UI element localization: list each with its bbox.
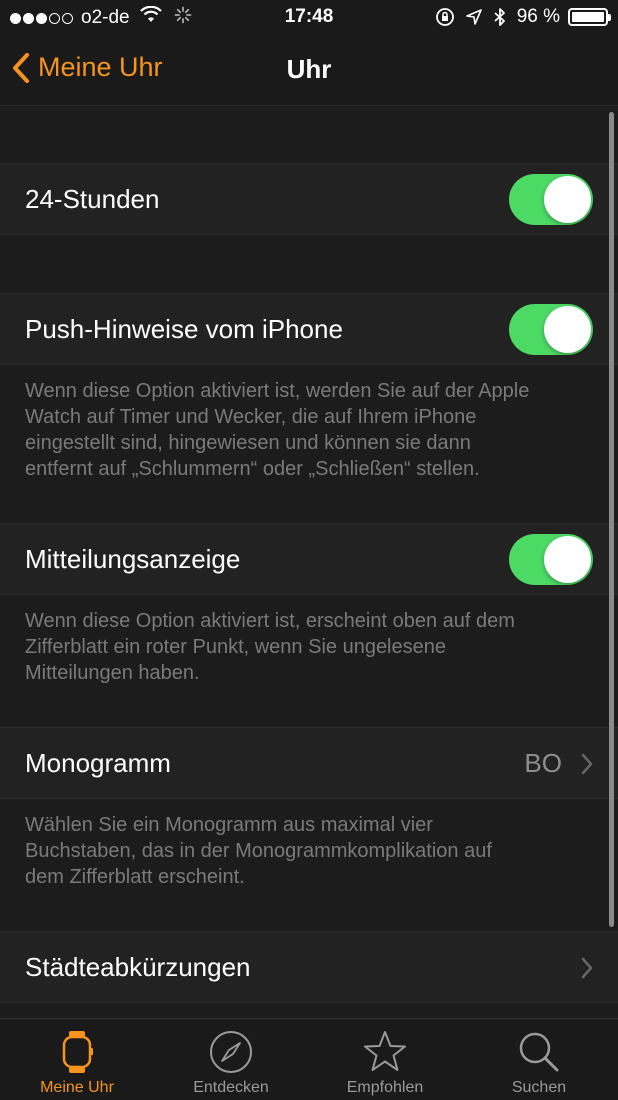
page-title: Uhr: [286, 54, 332, 84]
status-right: 96 %: [425, 6, 611, 28]
tab-label: Entdecken: [193, 1079, 269, 1096]
chevron-right-icon: [581, 957, 593, 979]
location-arrow-icon: [465, 8, 483, 26]
watch-icon: [54, 1029, 100, 1080]
tab-label: Empfohlen: [346, 1079, 424, 1096]
screen: o2-de 17:48 96 % Meine Uhr Uhr 24-Stunde…: [0, 0, 618, 1100]
row-push-label: Push-Hinweise vom iPhone: [25, 314, 343, 344]
bluetooth-icon: [493, 7, 507, 27]
footer-line: Wählen Sie ein Monogramm aus maximal vie…: [25, 814, 433, 836]
tab-bar: Meine Uhr Entdecken Empfohlen Suchen: [0, 1018, 618, 1100]
monogram-footer-text: Wählen Sie ein Monogramm aus maximal vie…: [25, 812, 595, 890]
compass-icon: [208, 1029, 254, 1080]
status-bar: o2-de 17:48 96 %: [0, 0, 618, 36]
row-monogram[interactable]: Monogramm BO: [0, 727, 618, 799]
scrollbar[interactable]: [609, 112, 614, 927]
tab-my-watch[interactable]: Meine Uhr: [0, 1019, 154, 1100]
row-24-hours: 24-Stunden: [0, 163, 618, 235]
tab-discover[interactable]: Entdecken: [154, 1019, 308, 1100]
star-icon: [362, 1029, 408, 1080]
monogram-value: BO: [524, 748, 562, 778]
navigation-bar: Meine Uhr Uhr: [0, 36, 618, 106]
row-notification-indicator: Mitteilungsanzeige: [0, 523, 618, 595]
footer-line: entfernt auf „Schlummern“ oder „Schließe…: [25, 458, 480, 480]
24-hours-toggle[interactable]: [509, 174, 593, 225]
footer-line: Buchstaben, das in der Monogrammkomplika…: [25, 840, 492, 862]
footer-line: eingestellt sind, hingewiesen und können…: [25, 432, 471, 454]
chevron-right-icon: [581, 753, 593, 775]
footer-line: Wenn diese Option aktiviert ist, werden …: [25, 380, 530, 402]
push-notifications-toggle[interactable]: [509, 304, 593, 355]
tab-label: Suchen: [511, 1079, 567, 1096]
rotation-lock-icon: [435, 7, 455, 27]
row-push-notifications: Push-Hinweise vom iPhone: [0, 293, 618, 365]
row-city-label: Städteabkürzungen: [25, 952, 251, 982]
push-footer-text: Wenn diese Option aktiviert ist, werden …: [25, 378, 595, 482]
row-notification-label: Mitteilungsanzeige: [25, 544, 241, 574]
tab-label: Meine Uhr: [40, 1079, 114, 1096]
battery-icon: [568, 8, 611, 26]
search-icon: [516, 1029, 562, 1080]
tab-search[interactable]: Suchen: [462, 1019, 616, 1100]
footer-line: Zifferblatt ein roter Punkt, wenn Sie un…: [25, 636, 446, 658]
footer-line: Watch auf Timer und Wecker, die auf Ihre…: [25, 406, 477, 428]
notification-indicator-toggle[interactable]: [509, 534, 593, 585]
row-city-abbreviations[interactable]: Städteabkürzungen: [0, 931, 618, 1003]
footer-line: Wenn diese Option aktiviert ist, erschei…: [25, 610, 515, 632]
footer-line: Mitteilungen haben.: [25, 662, 200, 684]
battery-percent: 96 %: [516, 6, 560, 27]
settings-list: 24-Stunden Push-Hinweise vom iPhone Wenn…: [0, 106, 618, 1018]
row-24-hours-label: 24-Stunden: [25, 184, 160, 214]
footer-line: dem Zifferblatt erscheint.: [25, 866, 245, 888]
row-monogram-label: Monogramm: [25, 748, 171, 778]
notification-footer-text: Wenn diese Option aktiviert ist, erschei…: [25, 608, 595, 686]
tab-featured[interactable]: Empfohlen: [308, 1019, 462, 1100]
